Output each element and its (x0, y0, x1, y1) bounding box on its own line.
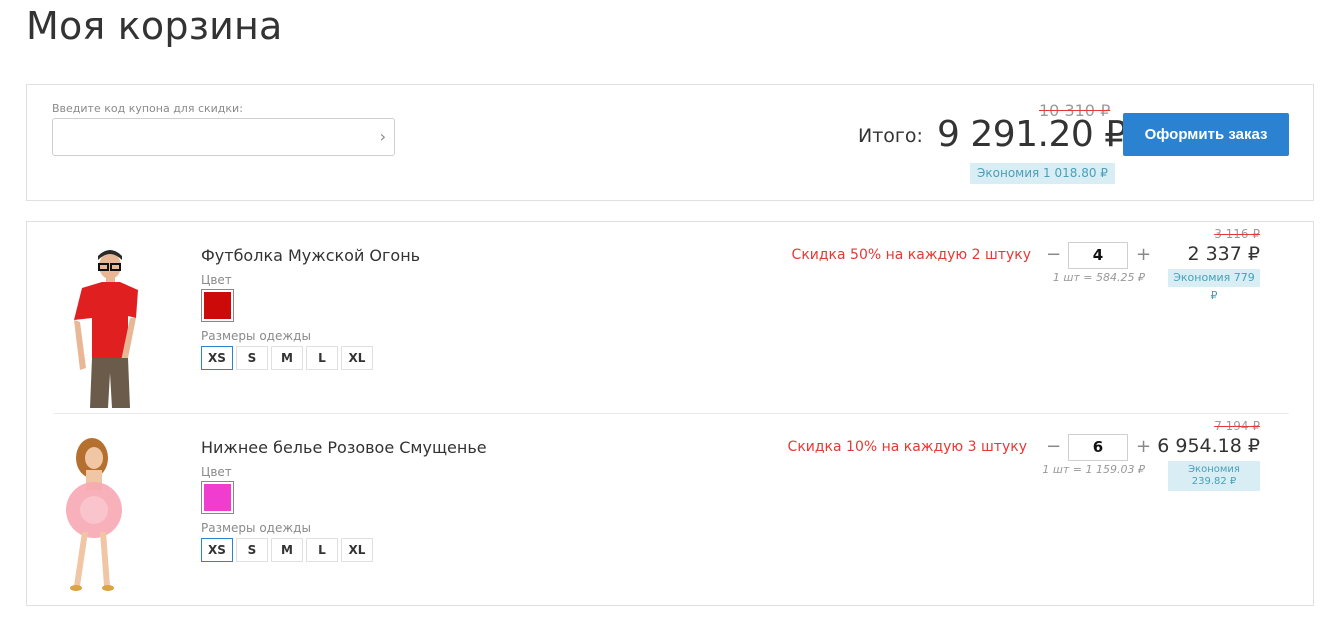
color-label: Цвет (201, 273, 232, 287)
size-selector: XS S M L XL (201, 346, 373, 370)
color-swatch[interactable] (201, 481, 234, 514)
color-swatch-fill (204, 292, 231, 319)
size-option-l[interactable]: L (306, 346, 338, 370)
chevron-right-icon[interactable]: › (380, 128, 386, 146)
saving-badge-line: Экономия (1188, 464, 1240, 475)
product-name[interactable]: Футболка Мужской Огонь (201, 246, 420, 265)
product-image[interactable] (52, 436, 152, 596)
saving-badge-amount: 239.82 ₽ (1191, 476, 1237, 487)
unit-price: 1 шт = 584.25 ₽ (1052, 271, 1145, 284)
quantity-decrease-button[interactable]: − (1046, 437, 1061, 457)
saving-badge: Экономия 239.82 ₽ (1168, 461, 1260, 491)
price: 2 337 ₽ (1187, 243, 1260, 265)
sizes-label: Размеры одежды (201, 521, 311, 535)
cart-item: Футболка Мужской Огонь Цвет Размеры одеж… (27, 222, 1315, 414)
cart-item: Нижнее белье Розовое Смущенье Цвет Разме… (27, 414, 1315, 606)
saving-badge: Экономия 779 ₽ (1168, 269, 1260, 302)
size-option-l[interactable]: L (306, 538, 338, 562)
size-option-xl[interactable]: XL (341, 538, 373, 562)
color-swatch-fill (204, 484, 231, 511)
total-price: 9 291.20 ₽ (937, 114, 1127, 155)
size-option-m[interactable]: M (271, 346, 303, 370)
sizes-label: Размеры одежды (201, 329, 311, 343)
quantity-input[interactable]: 4 (1068, 242, 1128, 269)
coupon-label: Введите код купона для скидки: (52, 102, 243, 115)
size-option-s[interactable]: S (236, 538, 268, 562)
total-label: Итого: (858, 125, 923, 147)
color-label: Цвет (201, 465, 232, 479)
coupon-input[interactable]: › (52, 118, 395, 156)
size-option-m[interactable]: M (271, 538, 303, 562)
promo-text: Скидка 50% на каждую 2 штуку (791, 247, 1031, 263)
cart-summary: Введите код купона для скидки: › Итого: … (26, 84, 1314, 201)
cart-items: Футболка Мужской Огонь Цвет Размеры одеж… (26, 221, 1314, 606)
quantity-input[interactable]: 6 (1068, 434, 1128, 461)
product-name[interactable]: Нижнее белье Розовое Смущенье (201, 438, 487, 457)
size-option-xs[interactable]: XS (201, 538, 233, 562)
color-swatch[interactable] (201, 289, 234, 322)
page-title: Моя корзина (26, 4, 283, 48)
product-image[interactable] (52, 248, 152, 408)
old-price: 3 116 ₽ (1214, 227, 1260, 241)
old-price: 7 194 ₽ (1214, 419, 1260, 433)
size-option-s[interactable]: S (236, 346, 268, 370)
total-saving-badge: Экономия 1 018.80 ₽ (970, 163, 1115, 184)
checkout-button[interactable]: Оформить заказ (1123, 113, 1289, 156)
price: 6 954.18 ₽ (1157, 435, 1260, 457)
quantity-decrease-button[interactable]: − (1046, 245, 1061, 265)
promo-text: Скидка 10% на каждую 3 штуку (787, 439, 1027, 455)
size-option-xl[interactable]: XL (341, 346, 373, 370)
unit-price: 1 шт = 1 159.03 ₽ (1042, 463, 1145, 476)
size-selector: XS S M L XL (201, 538, 373, 562)
size-option-xs[interactable]: XS (201, 346, 233, 370)
